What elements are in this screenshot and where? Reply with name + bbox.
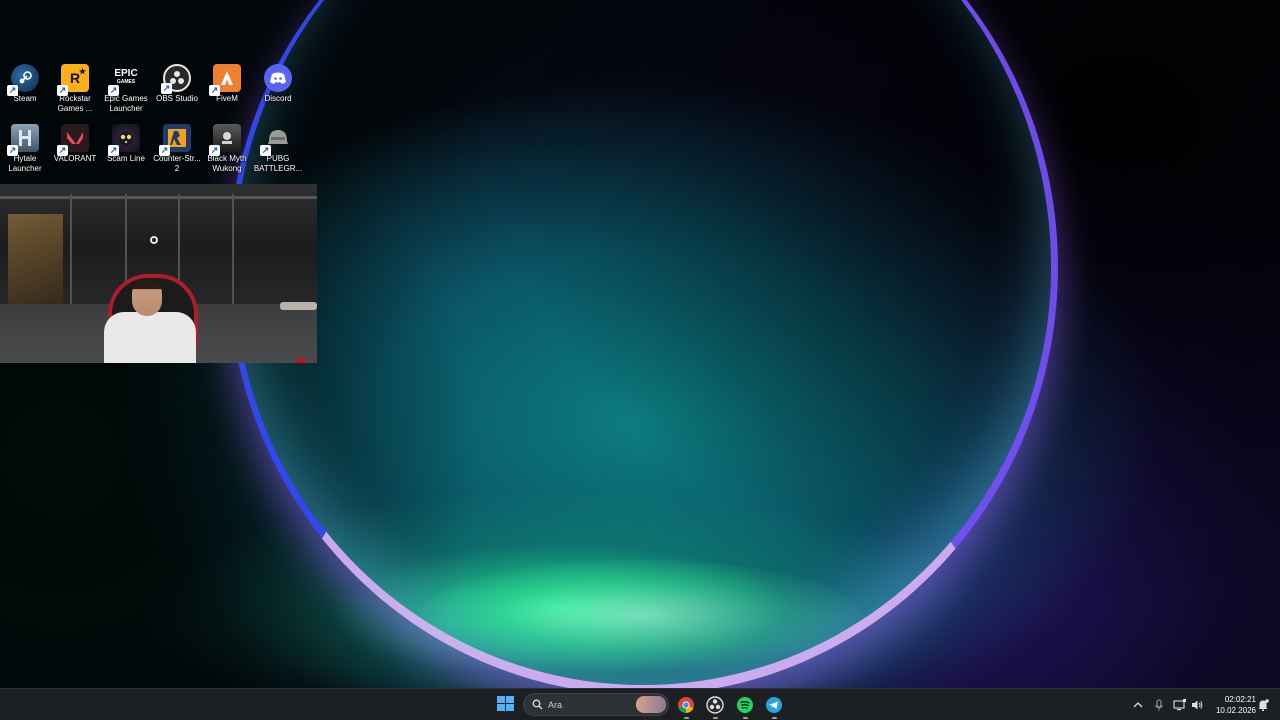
desktop-icon-epic-games[interactable]: EPIC GAMES ↗ Epic Games Launcher	[101, 60, 151, 114]
telegram-icon	[766, 697, 782, 713]
search-input[interactable]	[548, 697, 628, 713]
running-indicator	[684, 717, 689, 719]
shortcut-arrow-icon: ↗	[209, 85, 220, 96]
rockstar-icon: R ★ ↗	[57, 64, 89, 96]
webcam-ring-light	[150, 236, 158, 244]
notification-bell-icon[interactable]	[1256, 698, 1270, 712]
taskbar-app-chrome[interactable]	[677, 696, 695, 719]
webcam-lit-window	[8, 214, 63, 304]
desktop-icon-scam-line[interactable]: ↗ Scam Line	[101, 120, 151, 164]
webcam-window-frame	[232, 194, 234, 314]
discord-icon	[264, 64, 292, 92]
shortcut-arrow-icon: ↗	[57, 145, 68, 156]
taskbar-search[interactable]	[523, 693, 669, 716]
desktop-icon-label: Rockstar Games ...	[57, 94, 93, 113]
start-logo-tile	[497, 704, 505, 711]
webcam-red-object	[296, 358, 306, 363]
shortcut-arrow-icon: ↗	[260, 145, 271, 156]
start-logo-tile	[506, 696, 514, 703]
desktop-icon-black-myth[interactable]: ↗ Black Myth Wukong	[202, 120, 252, 174]
spotify-icon	[737, 697, 753, 713]
search-icon	[532, 699, 543, 710]
webcam-table	[280, 302, 317, 310]
obs-icon	[706, 696, 724, 714]
desktop-icon-rockstar[interactable]: R ★ ↗ Rockstar Games ...	[50, 60, 100, 114]
desktop-icon-label: Epic Games Launcher	[104, 94, 148, 113]
shortcut-arrow-icon: ↗	[108, 85, 119, 96]
shortcut-arrow-icon: ↗	[7, 145, 18, 156]
valorant-icon: ↗	[57, 124, 89, 156]
hytale-icon: ↗	[7, 124, 39, 156]
webcam-overlay	[0, 184, 317, 363]
fivem-icon: ↗	[209, 64, 241, 96]
webcam-ceiling-beam	[0, 196, 317, 199]
network-icon[interactable]	[1173, 698, 1187, 712]
volume-icon[interactable]	[1190, 698, 1204, 712]
taskbar-app-telegram[interactable]	[765, 696, 783, 719]
taskbar-clock[interactable]: 02:02:21 10.02.2026	[1206, 694, 1256, 716]
desktop-icon-discord[interactable]: Discord	[253, 60, 303, 104]
webcam-person-head	[132, 280, 162, 316]
webcam-person-body	[104, 312, 196, 363]
start-logo-tile	[506, 704, 514, 711]
desktop-icon-counter-strike[interactable]: ↗ Counter-Str... 2	[152, 120, 202, 174]
steam-icon: ↗	[7, 64, 39, 96]
counter-strike-icon: ↗	[159, 124, 191, 156]
desktop-icon-hytale[interactable]: ↗ Hytale Launcher	[0, 120, 50, 174]
shortcut-arrow-icon: ↗	[159, 145, 170, 156]
microphone-icon[interactable]	[1152, 698, 1166, 712]
shortcut-arrow-icon: ↗	[57, 85, 68, 96]
running-indicator	[743, 717, 748, 719]
desktop-wallpaper: ↗ Steam R ★ ↗ Rockstar Games ... EPIC GAME…	[0, 0, 1280, 688]
chrome-icon	[678, 697, 694, 714]
desktop-icon-label: Hytale Launcher	[8, 154, 42, 173]
wallpaper-orb-glow	[420, 560, 860, 670]
shortcut-arrow-icon: ↗	[7, 85, 18, 96]
taskbar: 02:02:21 10.02.2026	[0, 688, 1280, 720]
desktop-icon-label: Discord	[264, 94, 292, 103]
desktop-icon-steam[interactable]: ↗ Steam	[0, 60, 50, 104]
start-button[interactable]	[497, 696, 517, 714]
black-myth-icon: ↗	[209, 124, 241, 156]
show-hidden-icons-chevron-up-icon[interactable]	[1131, 698, 1145, 712]
obs-icon: ↗	[161, 64, 191, 94]
desktop-icon-valorant[interactable]: ↗ VALORANT	[50, 120, 100, 164]
desktop-icon-label: PUBG BATTLEGR...	[253, 154, 303, 173]
clock-date: 10.02.2026	[1215, 706, 1256, 715]
search-highlight-icon	[636, 696, 666, 713]
running-indicator	[772, 717, 777, 719]
scam-line-icon: ↗	[108, 124, 140, 156]
shortcut-arrow-icon: ↗	[209, 145, 220, 156]
webcam-window-frame	[70, 194, 72, 314]
desktop-icon-obs[interactable]: ↗ OBS Studio	[152, 60, 202, 104]
running-indicator	[713, 717, 718, 719]
desktop-icon-fivem[interactable]: ↗ FiveM	[202, 60, 252, 104]
epic-games-icon: EPIC GAMES ↗	[108, 68, 138, 96]
desktop-icon-pubg[interactable]: ↗ PUBG BATTLEGR...	[253, 120, 303, 174]
pubg-icon: ↗	[260, 124, 292, 156]
clock-time: 02:02:21	[1224, 695, 1256, 704]
start-logo-tile	[497, 696, 505, 703]
taskbar-app-obs[interactable]	[706, 696, 724, 719]
shortcut-arrow-icon: ↗	[161, 83, 172, 94]
desktop-icon-label: OBS Studio	[156, 94, 198, 103]
shortcut-arrow-icon: ↗	[108, 145, 119, 156]
desktop-icon-label: Black Myth Wukong	[207, 154, 247, 173]
desktop-icon-label: Counter-Str... 2	[153, 154, 201, 173]
taskbar-app-spotify[interactable]	[736, 696, 754, 719]
